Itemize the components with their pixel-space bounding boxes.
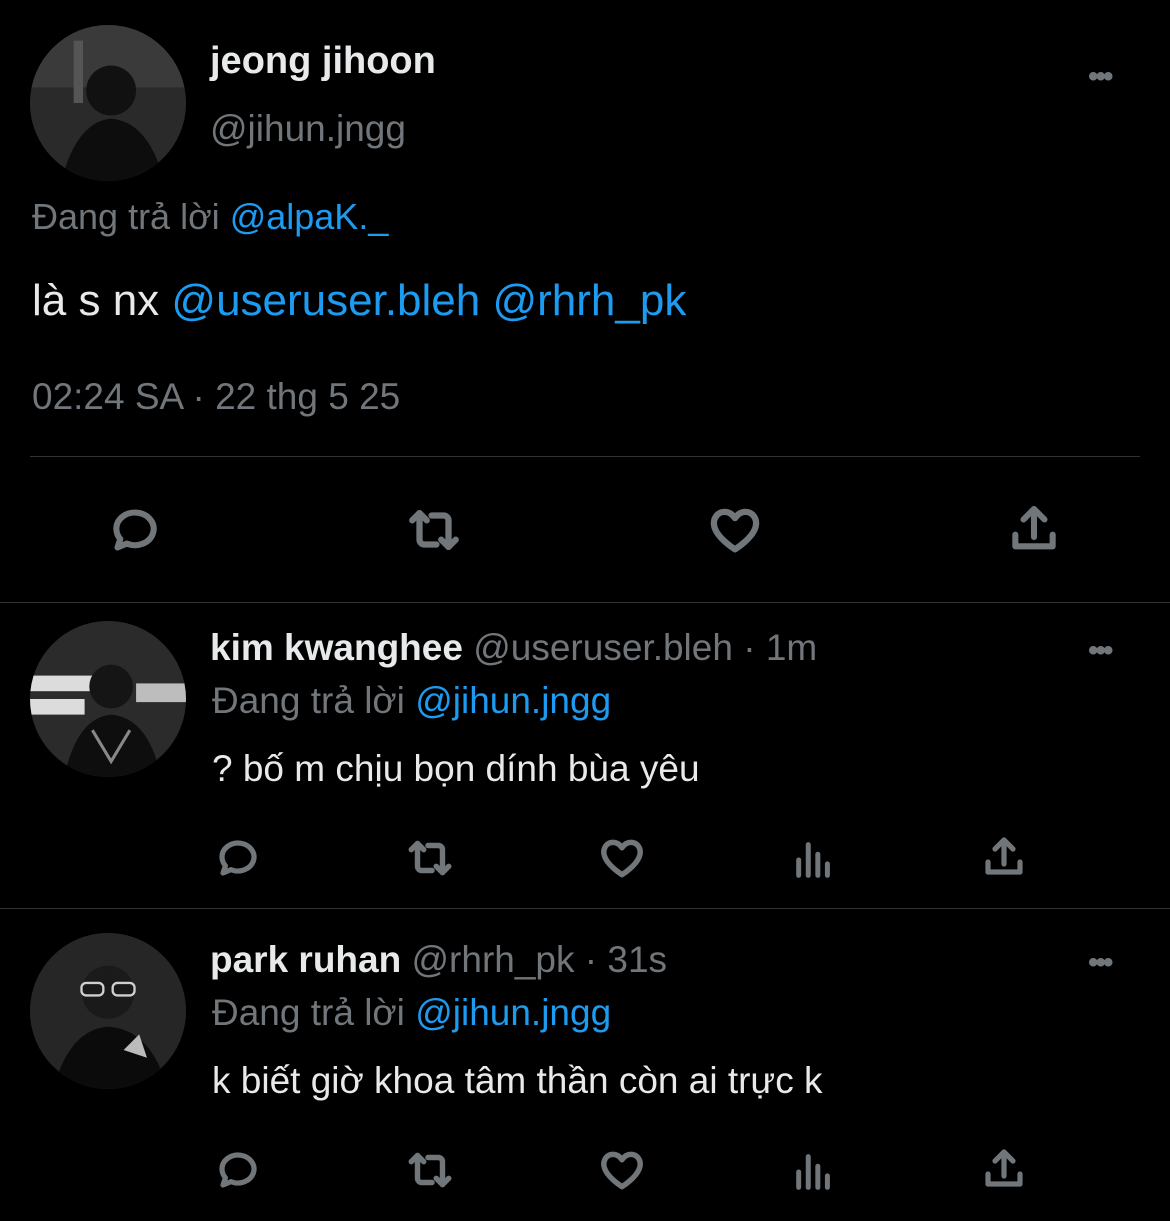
avatar[interactable]	[30, 25, 186, 181]
tweet-text: là s nx @useruser.bleh @rhrh_pk	[32, 276, 686, 326]
handle[interactable]: @jihun.jngg	[210, 108, 406, 150]
display-name[interactable]: jeong jihoon	[210, 40, 436, 83]
share-icon[interactable]	[974, 828, 1034, 888]
avatar[interactable]	[30, 933, 186, 1089]
timestamp[interactable]: 02:24 SA · 22 thg 5 25	[32, 376, 400, 418]
handle[interactable]: @rhrh_pk	[412, 939, 575, 980]
share-icon[interactable]	[974, 1140, 1034, 1200]
reply-icon[interactable]	[105, 500, 165, 560]
replying-to: Đang trả lời @jihun.jngg	[212, 680, 611, 722]
views-icon[interactable]	[784, 1142, 844, 1202]
display-name[interactable]: park ruhan	[210, 939, 401, 980]
replying-to: Đang trả lời @jihun.jngg	[212, 992, 611, 1034]
reply-icon[interactable]	[208, 1140, 268, 1200]
like-icon[interactable]	[592, 828, 652, 888]
retweet-icon[interactable]	[404, 500, 464, 560]
tweet-age[interactable]: 31s	[607, 939, 667, 980]
views-icon[interactable]	[784, 830, 844, 890]
tweet-text: k biết giờ khoa tâm thần còn ai trực k	[212, 1060, 823, 1101]
share-icon[interactable]	[1004, 500, 1064, 560]
reply-icon[interactable]	[208, 828, 268, 888]
divider	[30, 456, 1140, 457]
like-icon[interactable]	[592, 1140, 652, 1200]
display-name[interactable]: kim kwanghee	[210, 627, 463, 668]
mention-link[interactable]: @useruser.bleh	[171, 276, 480, 325]
replying-to-link[interactable]: @jihun.jngg	[415, 992, 611, 1033]
replying-to-link[interactable]: @jihun.jngg	[415, 680, 611, 721]
tweet-age[interactable]: 1m	[766, 627, 817, 668]
retweet-icon[interactable]	[400, 1140, 460, 1200]
separator: ·	[584, 939, 598, 980]
replying-prefix: Đang trả lời	[32, 196, 220, 237]
more-icon[interactable]: •••	[1088, 62, 1113, 92]
replying-prefix: Đang trả lời	[212, 680, 405, 721]
replying-prefix: Đang trả lời	[212, 992, 405, 1033]
reply-header: park ruhan @rhrh_pk · 31s	[210, 939, 667, 981]
tweet-text: ? bố m chịu bọn dính bùa yêu	[212, 748, 700, 789]
mention-link[interactable]: @rhrh_pk	[492, 276, 686, 325]
more-icon[interactable]: •••	[1088, 948, 1113, 978]
retweet-icon[interactable]	[400, 828, 460, 888]
divider	[0, 602, 1170, 603]
replying-to-link[interactable]: @alpaK._	[230, 196, 389, 237]
more-icon[interactable]: •••	[1088, 636, 1113, 666]
reply-header: kim kwanghee @useruser.bleh · 1m	[210, 627, 817, 669]
handle[interactable]: @useruser.bleh	[473, 627, 733, 668]
divider	[0, 908, 1170, 909]
like-icon[interactable]	[705, 500, 765, 560]
separator: ·	[743, 627, 756, 668]
avatar[interactable]	[30, 621, 186, 777]
replying-to: Đang trả lời @alpaK._	[32, 196, 388, 238]
tweet-text-plain: là s nx	[32, 276, 160, 325]
